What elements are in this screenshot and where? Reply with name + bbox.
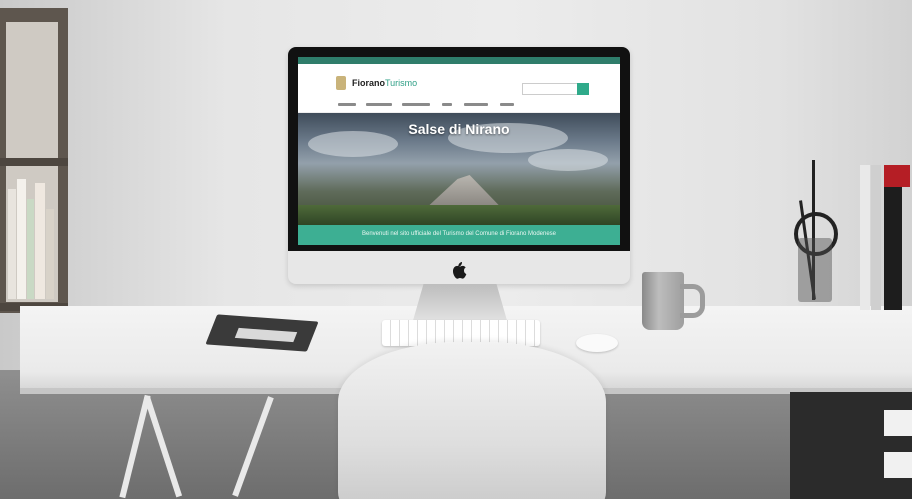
search-icon[interactable] [577,83,589,95]
nav-item[interactable] [442,103,452,106]
site-logo-bold: Fiorano [352,78,385,88]
drawer-handle [884,452,912,478]
hero-title: Salse di Nirano [408,121,510,137]
nav-item[interactable] [366,103,392,106]
desk-scene: FioranoTurismo Salse di Nirano Benvenuti… [0,0,912,499]
book [860,165,870,310]
site-topbar [298,57,620,64]
mouse-icon [576,334,618,352]
book [884,165,910,187]
drawer-unit [790,392,912,499]
nav-item[interactable] [464,103,488,106]
chair-icon [338,342,606,499]
welcome-banner: Benvenuti nel sito ufficiale del Turismo… [298,225,620,245]
grass [298,205,620,225]
cloud [528,149,608,171]
drawer-handle [884,410,912,436]
mug-handle [680,284,705,318]
shelf-board [0,158,68,166]
monitor-bezel: FioranoTurismo Salse di Nirano Benvenuti… [288,47,630,251]
computer-monitor: FioranoTurismo Salse di Nirano Benvenuti… [288,47,630,284]
bookshelf [0,8,68,313]
site-search-input[interactable] [522,83,578,95]
mug-icon [642,272,684,330]
site-logo[interactable]: FioranoTurismo [352,78,417,88]
crest-icon [336,76,346,90]
welcome-text: Benvenuti nel sito ufficiale del Turismo… [362,231,556,237]
site-header: FioranoTurismo [298,64,620,100]
book [35,183,45,299]
books-icon [860,165,910,310]
apple-logo-icon [452,262,467,279]
monitor-screen[interactable]: FioranoTurismo Salse di Nirano Benvenuti… [298,57,620,245]
nav-item[interactable] [338,103,356,106]
book [871,165,881,310]
nav-item[interactable] [402,103,430,106]
pen-cup-icon [798,238,832,302]
site-nav [298,100,620,113]
nav-item[interactable] [500,103,514,106]
book [46,209,54,299]
site-logo-light: Turismo [385,78,418,88]
monitor-stand [412,284,508,324]
book [27,199,34,299]
book [17,179,26,299]
book [8,189,16,299]
